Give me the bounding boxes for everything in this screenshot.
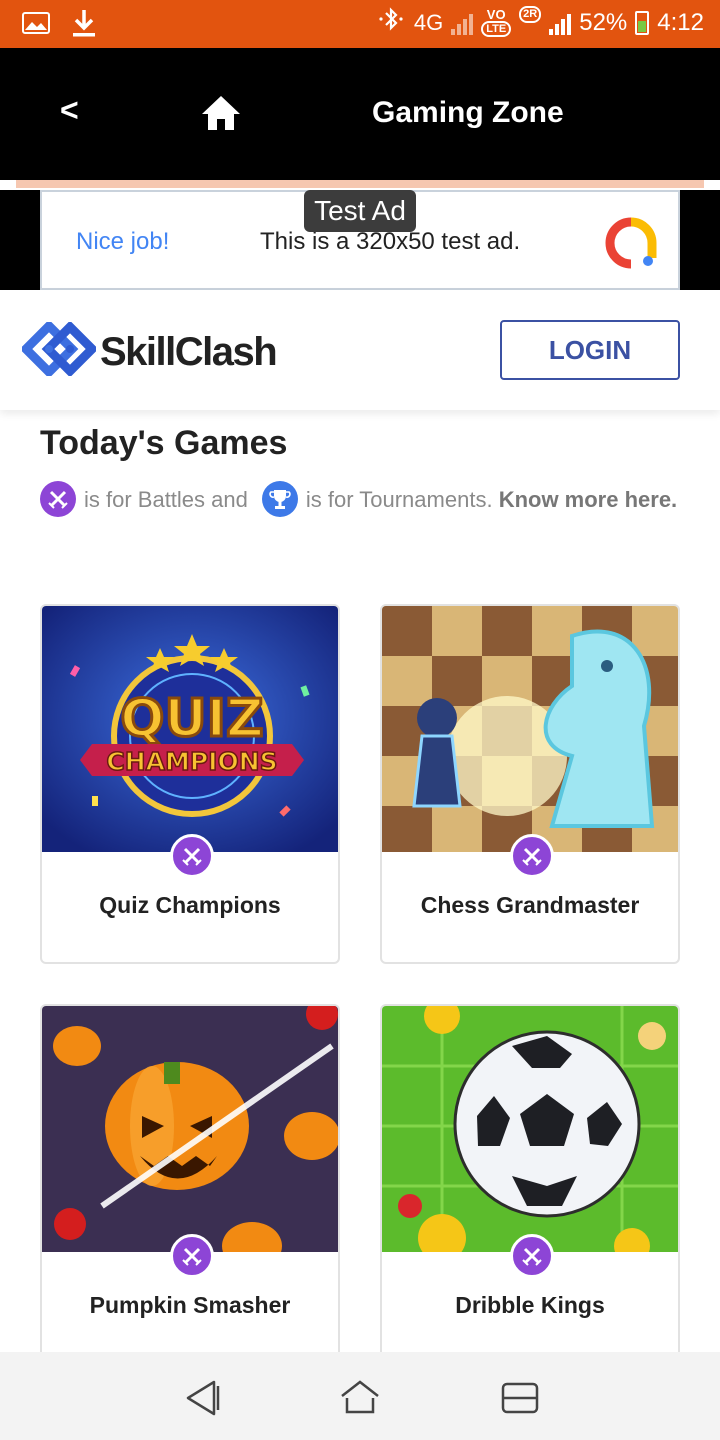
battle-badge-icon (510, 1234, 554, 1278)
svg-text:QUIZ: QUIZ (120, 689, 263, 749)
home-button[interactable] (200, 94, 242, 134)
site-header: SkillClash LOGIN (0, 290, 720, 410)
clock: 4:12 (657, 8, 704, 36)
game-card-pumpkin-smasher[interactable]: Pumpkin Smasher (40, 1004, 340, 1352)
battery-percent: 52% (579, 8, 628, 36)
home-icon (202, 96, 240, 130)
section-title: Today's Games (40, 424, 288, 462)
chess-grandmaster-thumbnail (382, 606, 678, 852)
signal-icon-sim1 (451, 11, 474, 35)
test-ad-label: Test Ad (304, 190, 416, 232)
skillclash-logo-icon (22, 322, 96, 376)
battery-icon (635, 10, 650, 35)
battle-badge-icon (510, 834, 554, 878)
battle-badge-icon (170, 1234, 214, 1278)
admob-logo-icon (605, 217, 657, 269)
back-button[interactable]: < (60, 92, 79, 129)
nav-recents-button[interactable] (498, 1378, 542, 1418)
game-card-dribble-kings[interactable]: Dribble Kings (380, 1004, 680, 1352)
know-more-link[interactable]: Know more here. (499, 487, 677, 512)
ad-text: This is a 320x50 test ad. (260, 228, 521, 255)
home-outline-icon (341, 1380, 379, 1414)
battle-badge-icon (170, 834, 214, 878)
gallery-notification-icon (22, 12, 50, 39)
games-legend: is for Battles and is for Tournaments. K… (40, 481, 680, 519)
svg-text:CHAMPIONS: CHAMPIONS (106, 747, 277, 776)
game-card-chess-grandmaster[interactable]: Chess Grandmaster (380, 604, 680, 964)
game-card-quiz-champions[interactable]: QUIZ CHAMPIONS Quiz Champions (40, 604, 340, 964)
header-divider (16, 180, 704, 188)
recents-icon (501, 1382, 539, 1414)
status-bar: 4G VO LTE 2R 52% 4:12 (0, 0, 720, 48)
battle-icon (40, 481, 76, 518)
system-nav-bar (0, 1352, 720, 1440)
signal-icon-sim2 (549, 11, 572, 35)
bluetooth-icon (376, 6, 406, 39)
back-triangle-icon (186, 1380, 220, 1416)
brand-name[interactable]: SkillClash (100, 330, 278, 375)
quiz-champions-thumbnail: QUIZ CHAMPIONS (42, 606, 338, 852)
sim2-badge: 2R (519, 6, 542, 23)
nav-back-button[interactable] (180, 1378, 224, 1418)
page-title: Gaming Zone (372, 96, 564, 129)
game-name: Dribble Kings (455, 1292, 605, 1318)
ad-headline: Nice job! (76, 228, 170, 255)
login-button[interactable]: LOGIN (500, 320, 680, 380)
game-name: Pumpkin Smasher (89, 1292, 291, 1318)
network-type: 4G (413, 9, 444, 35)
legend-tournaments-text: is for Tournaments. (305, 487, 493, 512)
dribble-kings-thumbnail (382, 1006, 678, 1252)
nav-home-button[interactable] (338, 1378, 382, 1418)
app-bar: < Gaming Zone (0, 48, 720, 180)
trophy-icon (261, 481, 298, 518)
pumpkin-smasher-thumbnail (42, 1006, 338, 1252)
legend-battles-text: is for Battles and (84, 487, 248, 512)
game-name: Quiz Champions (99, 892, 281, 918)
game-name: Chess Grandmaster (420, 892, 640, 918)
volte-badge: VO LTE (481, 8, 512, 37)
download-notification-icon (72, 8, 96, 43)
